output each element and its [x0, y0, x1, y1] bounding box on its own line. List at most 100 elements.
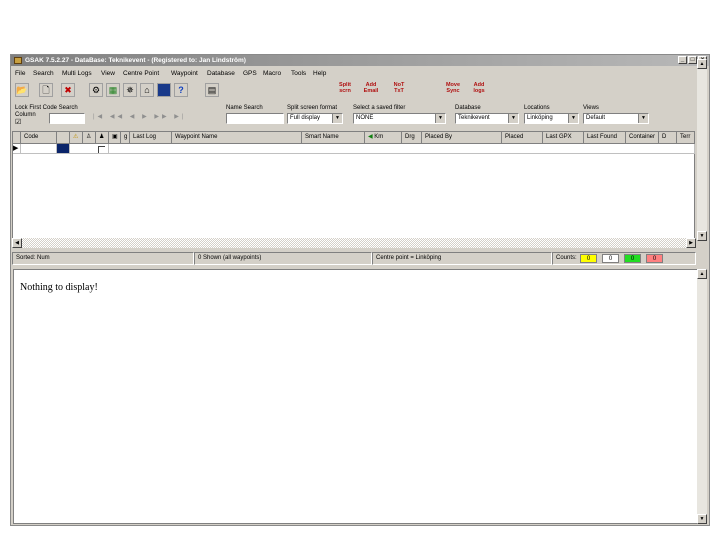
menu-search[interactable]: Search	[33, 70, 54, 77]
prev-page-icon[interactable]: ◀◀	[110, 114, 125, 120]
column-walk-icon[interactable]: ♟	[96, 132, 109, 144]
count-white: 0	[602, 254, 619, 263]
column-image-icon[interactable]: ▣	[109, 132, 121, 144]
column-g[interactable]: g	[121, 132, 130, 144]
add-notes-button[interactable]: Add logs	[469, 82, 489, 100]
delete-icon[interactable]: ✖	[61, 83, 75, 97]
column-waypoint-name[interactable]: Waypoint Name	[172, 132, 302, 144]
next-page-icon[interactable]: ▶▶	[154, 114, 169, 120]
toolbar: 📂 🗋 ✖ ⚙ ▦ ✵ ⌂ ? ▤ Split scrn Add Email N…	[11, 81, 709, 103]
prev-record-icon[interactable]: ◀	[130, 114, 138, 120]
globe-icon[interactable]: ✵	[123, 83, 137, 97]
chevron-down-icon[interactable]: ▼	[568, 114, 578, 123]
column-placed[interactable]: Placed	[502, 132, 543, 144]
menu-waypoint[interactable]: Waypoint	[171, 70, 198, 77]
menu-macro[interactable]: Macro	[263, 70, 281, 77]
menu-tools[interactable]: Tools	[291, 70, 306, 77]
saved-filter-select[interactable]: NONE ▼	[353, 113, 446, 124]
scroll-right-icon[interactable]: ▶	[686, 238, 696, 248]
scroll-left-icon[interactable]: ◀	[12, 238, 22, 248]
minimize-button[interactable]: _	[678, 56, 687, 64]
selected-cell[interactable]	[57, 144, 70, 154]
window-icon[interactable]	[157, 83, 171, 97]
column-last-gpx[interactable]: Last GPX	[543, 132, 584, 144]
count-yellow: 0	[580, 254, 597, 263]
last-record-icon[interactable]: ▶|	[174, 114, 186, 120]
km-label: Km	[374, 134, 384, 140]
menu-view[interactable]: View	[101, 70, 115, 77]
locations-select[interactable]: Linköping ▼	[524, 113, 579, 124]
split-format-select[interactable]: Full display ▼	[287, 113, 343, 124]
column-d[interactable]: D	[659, 132, 677, 144]
chevron-down-icon[interactable]: ▼	[332, 114, 342, 123]
help-icon[interactable]: ?	[174, 83, 188, 97]
menu-database[interactable]: Database	[207, 70, 235, 77]
window-title: GSAK 7.5.2.27 - DataBase: Teknikevent - …	[25, 57, 246, 64]
menu-help[interactable]: Help	[313, 70, 326, 77]
column-container[interactable]: Container	[626, 132, 659, 144]
column-last-found[interactable]: Last Found	[584, 132, 626, 144]
new-page-icon[interactable]: 🗋	[39, 83, 53, 97]
chevron-down-icon[interactable]: ▼	[638, 114, 648, 123]
app-icon	[14, 57, 22, 64]
scroll-up-icon[interactable]: ▲	[697, 269, 707, 279]
column-person-icon[interactable]: ♙	[83, 132, 96, 144]
tools-icon[interactable]: ⚙	[89, 83, 103, 97]
first-record-icon[interactable]: |◀	[93, 114, 105, 120]
chevron-down-icon[interactable]: ▼	[508, 114, 518, 123]
split-format-value: Full display	[290, 115, 321, 121]
grid-icon[interactable]: ▦	[106, 83, 120, 97]
column-code[interactable]: Code	[21, 132, 57, 144]
column-checkbox[interactable]: ☑	[15, 118, 21, 126]
row-marker: ▶	[13, 144, 21, 154]
menu-multi-logs[interactable]: Multi Logs	[62, 70, 92, 77]
waypoint-grid: Code ⚠ ♙ ♟ ▣ g Last Log Waypoint Name Sm…	[12, 131, 695, 244]
code-search-input[interactable]	[49, 113, 85, 124]
status-bar: Sorted: Num 0 Shown (all waypoints) Cent…	[12, 252, 696, 265]
menu-centre-point[interactable]: Centre Point	[123, 70, 159, 77]
database-label: Database	[455, 105, 481, 111]
views-label: Views	[583, 105, 599, 111]
column-placed-by[interactable]: Placed By	[422, 132, 502, 144]
locations-label: Locations	[524, 105, 550, 111]
open-folder-icon[interactable]: 📂	[15, 83, 29, 97]
add-email-button[interactable]: Add Email	[361, 82, 381, 100]
table-row[interactable]	[21, 144, 57, 154]
move-sync-button[interactable]: Move Sync	[443, 82, 463, 100]
column-last-log[interactable]: Last Log	[130, 132, 172, 144]
row-selector-header	[13, 132, 21, 144]
locations-value: Linköping	[527, 115, 553, 121]
column-found-icon[interactable]	[57, 132, 70, 144]
scroll-up-icon[interactable]: ▲	[697, 59, 707, 69]
scroll-down-icon[interactable]: ▼	[697, 514, 707, 524]
column-warning-icon[interactable]: ⚠	[70, 132, 83, 144]
title-bar: GSAK 7.5.2.27 - DataBase: Teknikevent - …	[11, 55, 709, 66]
split-screen-button[interactable]: Split scrn	[335, 82, 355, 100]
name-search-input[interactable]	[226, 113, 284, 124]
next-record-icon[interactable]: ▶	[142, 114, 150, 120]
chevron-down-icon[interactable]: ▼	[435, 114, 445, 123]
views-select[interactable]: Default ▼	[583, 113, 649, 124]
vertical-scrollbar[interactable]: ▲ ▼	[697, 59, 707, 241]
lock-first-label: Lock First Code Search	[15, 105, 78, 111]
menu-file[interactable]: File	[15, 70, 25, 77]
menu-gps[interactable]: GPS	[243, 70, 257, 77]
table-row[interactable]	[109, 144, 695, 154]
database-value: Teknikevent	[458, 115, 490, 121]
column-terr[interactable]: Terr	[677, 132, 695, 144]
counts-label: Counts:	[556, 255, 577, 261]
horizontal-scrollbar[interactable]: ◀ ▶	[12, 238, 696, 248]
pane-vertical-scrollbar[interactable]: ▲ ▼	[697, 269, 707, 524]
column-drg[interactable]: Drg	[402, 132, 422, 144]
home-icon[interactable]: ⌂	[140, 83, 154, 97]
maximize-button[interactable]: □	[688, 56, 697, 64]
scroll-down-icon[interactable]: ▼	[697, 231, 707, 241]
saved-filter-label: Select a saved filter	[353, 105, 406, 111]
column-smart-name[interactable]: Smart Name	[302, 132, 365, 144]
column-km[interactable]: ◀ Km	[365, 132, 402, 144]
row-checkbox[interactable]	[96, 144, 109, 154]
print-icon[interactable]: ▤	[205, 83, 219, 97]
no-txt-button[interactable]: NoT TxT	[389, 82, 409, 100]
database-select[interactable]: Teknikevent ▼	[455, 113, 519, 124]
gsak-window: GSAK 7.5.2.27 - DataBase: Teknikevent - …	[10, 54, 710, 526]
